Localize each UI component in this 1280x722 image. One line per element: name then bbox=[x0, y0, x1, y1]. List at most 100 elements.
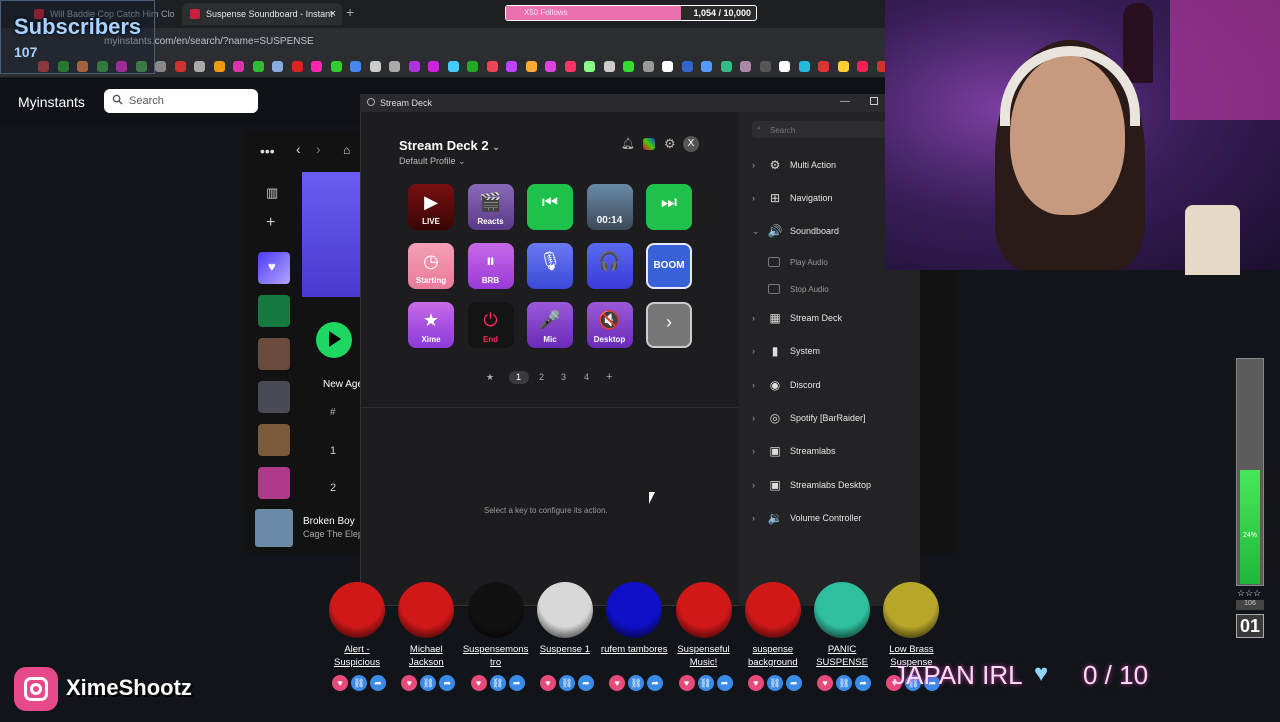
profile-selector[interactable]: Default Profile ⌄ bbox=[399, 156, 466, 167]
sound-label[interactable]: Suspenseful Music! bbox=[669, 643, 739, 669]
more-icon[interactable]: ••• bbox=[260, 143, 275, 159]
sound-play-button[interactable] bbox=[675, 582, 732, 638]
bookmark-icon[interactable] bbox=[174, 61, 186, 72]
bookmark-icon[interactable] bbox=[857, 61, 868, 72]
headphones-key[interactable]: 🎧 bbox=[586, 243, 633, 289]
category-spotify-barraider[interactable]: › ◎ Spotify [BarRaider] bbox=[752, 411, 912, 429]
bookmark-icon[interactable] bbox=[818, 61, 829, 72]
bookmark-icon[interactable] bbox=[408, 61, 420, 72]
forward-icon[interactable]: › bbox=[316, 141, 321, 157]
sound-label[interactable]: Suspense 1 bbox=[530, 643, 600, 656]
category-system[interactable]: › ▮ System bbox=[752, 344, 912, 362]
bookmark-icon[interactable] bbox=[155, 61, 166, 72]
bookmark-icon[interactable] bbox=[642, 61, 654, 72]
bookmark-icon[interactable] bbox=[467, 61, 478, 72]
share-icon[interactable]: ➦ bbox=[785, 675, 802, 691]
library-icon[interactable]: ▥ bbox=[266, 185, 278, 201]
link-icon[interactable]: ⛓ bbox=[489, 675, 506, 691]
share-icon[interactable]: ➦ bbox=[647, 675, 664, 691]
bookmark-icon[interactable] bbox=[837, 61, 849, 72]
bookmark-icon[interactable] bbox=[428, 61, 439, 72]
bookmark-icon[interactable] bbox=[701, 61, 712, 72]
bookmark-icon[interactable] bbox=[759, 61, 771, 72]
playlist-thumb[interactable] bbox=[258, 467, 290, 499]
add-icon[interactable]: + bbox=[266, 214, 275, 232]
live-key[interactable]: ▶ LIVE bbox=[408, 184, 454, 230]
bookmark-icon[interactable] bbox=[779, 61, 790, 72]
myinstants-logo[interactable]: Myinstants bbox=[18, 94, 85, 110]
share-icon[interactable]: ➦ bbox=[508, 675, 525, 691]
favorite-icon[interactable]: ♥ bbox=[470, 675, 487, 691]
sound-play-button[interactable] bbox=[606, 582, 663, 638]
category-volume-controller[interactable]: › 🔉 Volume Controller bbox=[752, 511, 912, 529]
bookmark-icon[interactable] bbox=[662, 61, 673, 72]
next-track-key[interactable]: ⏭ bbox=[646, 184, 692, 230]
close-button[interactable]: X bbox=[683, 136, 699, 152]
share-icon[interactable]: ➦ bbox=[577, 675, 594, 691]
sound-play-button[interactable] bbox=[883, 582, 940, 638]
bell-icon[interactable]: 🔔︎ bbox=[621, 137, 635, 150]
category-streamlabs-desktop[interactable]: › ▣ Streamlabs Desktop bbox=[752, 478, 912, 496]
sound-play-button[interactable] bbox=[744, 582, 801, 638]
bookmark-icon[interactable] bbox=[525, 61, 537, 72]
marketplace-icon[interactable] bbox=[643, 138, 655, 150]
page-3[interactable]: 3 bbox=[561, 372, 566, 382]
category-stream-deck[interactable]: › ▦ Stream Deck bbox=[752, 311, 912, 329]
desktop-key[interactable]: 🔇 Desktop bbox=[586, 302, 633, 348]
xime-key[interactable]: ★ Xime bbox=[408, 302, 454, 348]
link-icon[interactable]: ⛓ bbox=[697, 675, 714, 691]
reacts-key[interactable]: 🎬 Reacts bbox=[467, 184, 514, 230]
page-2[interactable]: 2 bbox=[539, 372, 544, 382]
bookmark-icon[interactable] bbox=[740, 61, 751, 72]
favorite-icon[interactable]: ♥ bbox=[609, 675, 626, 691]
brb-key[interactable]: ⏸ BRB bbox=[467, 243, 514, 289]
bookmark-icon[interactable] bbox=[369, 61, 381, 72]
bookmark-icon[interactable] bbox=[213, 61, 225, 72]
home-icon[interactable]: ⌂ bbox=[343, 143, 350, 157]
favorite-icon[interactable]: ♥ bbox=[817, 675, 834, 691]
share-icon[interactable]: ➦ bbox=[855, 675, 872, 691]
bookmark-icon[interactable] bbox=[564, 61, 576, 72]
playlist-thumb[interactable] bbox=[258, 424, 290, 456]
bookmark-icon[interactable] bbox=[272, 61, 283, 72]
bookmark-icon[interactable] bbox=[545, 61, 556, 72]
playlist-thumb[interactable] bbox=[258, 381, 290, 413]
playlist-thumb[interactable] bbox=[258, 338, 290, 370]
now-playing-key[interactable]: 00:14 bbox=[586, 184, 633, 230]
sound-label[interactable]: PANIC SUSPENSE bbox=[807, 643, 877, 669]
link-icon[interactable]: ⛓ bbox=[836, 675, 853, 691]
bookmark-icon[interactable] bbox=[603, 61, 615, 72]
bookmark-icon[interactable] bbox=[720, 61, 732, 72]
bookmark-icon[interactable] bbox=[350, 61, 361, 72]
bookmark-icon[interactable] bbox=[623, 61, 634, 72]
bookmark-icon[interactable] bbox=[506, 61, 517, 72]
share-icon[interactable]: ➦ bbox=[716, 675, 733, 691]
sound-label[interactable]: Alert - Suspicious bbox=[322, 643, 392, 669]
minimize-icon[interactable]: — bbox=[840, 96, 850, 107]
page-1[interactable]: 1 bbox=[516, 372, 521, 382]
saved-episodes-thumb[interactable] bbox=[258, 295, 290, 327]
device-name[interactable]: Stream Deck 2 ⌄ bbox=[399, 138, 500, 153]
mic-key[interactable]: 🎙 bbox=[527, 243, 573, 289]
star-icon[interactable]: ★ bbox=[486, 372, 494, 383]
sound-play-button[interactable] bbox=[536, 582, 593, 638]
next-page-key[interactable]: › bbox=[646, 302, 692, 348]
sound-play-button[interactable] bbox=[398, 582, 455, 638]
bookmark-icon[interactable] bbox=[194, 61, 205, 72]
favorite-icon[interactable]: ♥ bbox=[332, 675, 348, 691]
bookmark-icon[interactable] bbox=[233, 61, 244, 72]
bookmark-icon[interactable] bbox=[798, 61, 810, 72]
sound-play-button[interactable] bbox=[467, 582, 524, 638]
maximize-icon[interactable] bbox=[870, 97, 878, 105]
starting-key[interactable]: ◷ Starting bbox=[408, 243, 454, 289]
mic-scene-key[interactable]: 🎤 Mic bbox=[527, 302, 573, 348]
page-4[interactable]: 4 bbox=[584, 372, 589, 382]
sound-label[interactable]: rufem tambores bbox=[599, 643, 669, 656]
add-page-button[interactable]: + bbox=[606, 371, 612, 383]
bookmark-icon[interactable] bbox=[252, 61, 264, 72]
sound-label[interactable]: Suspensemons tro bbox=[461, 643, 531, 669]
sound-label[interactable]: Michael Jackson bbox=[391, 643, 461, 669]
sound-label[interactable]: suspense background bbox=[738, 643, 808, 669]
bookmark-icon[interactable] bbox=[447, 61, 459, 72]
favorite-icon[interactable]: ♥ bbox=[747, 675, 764, 691]
